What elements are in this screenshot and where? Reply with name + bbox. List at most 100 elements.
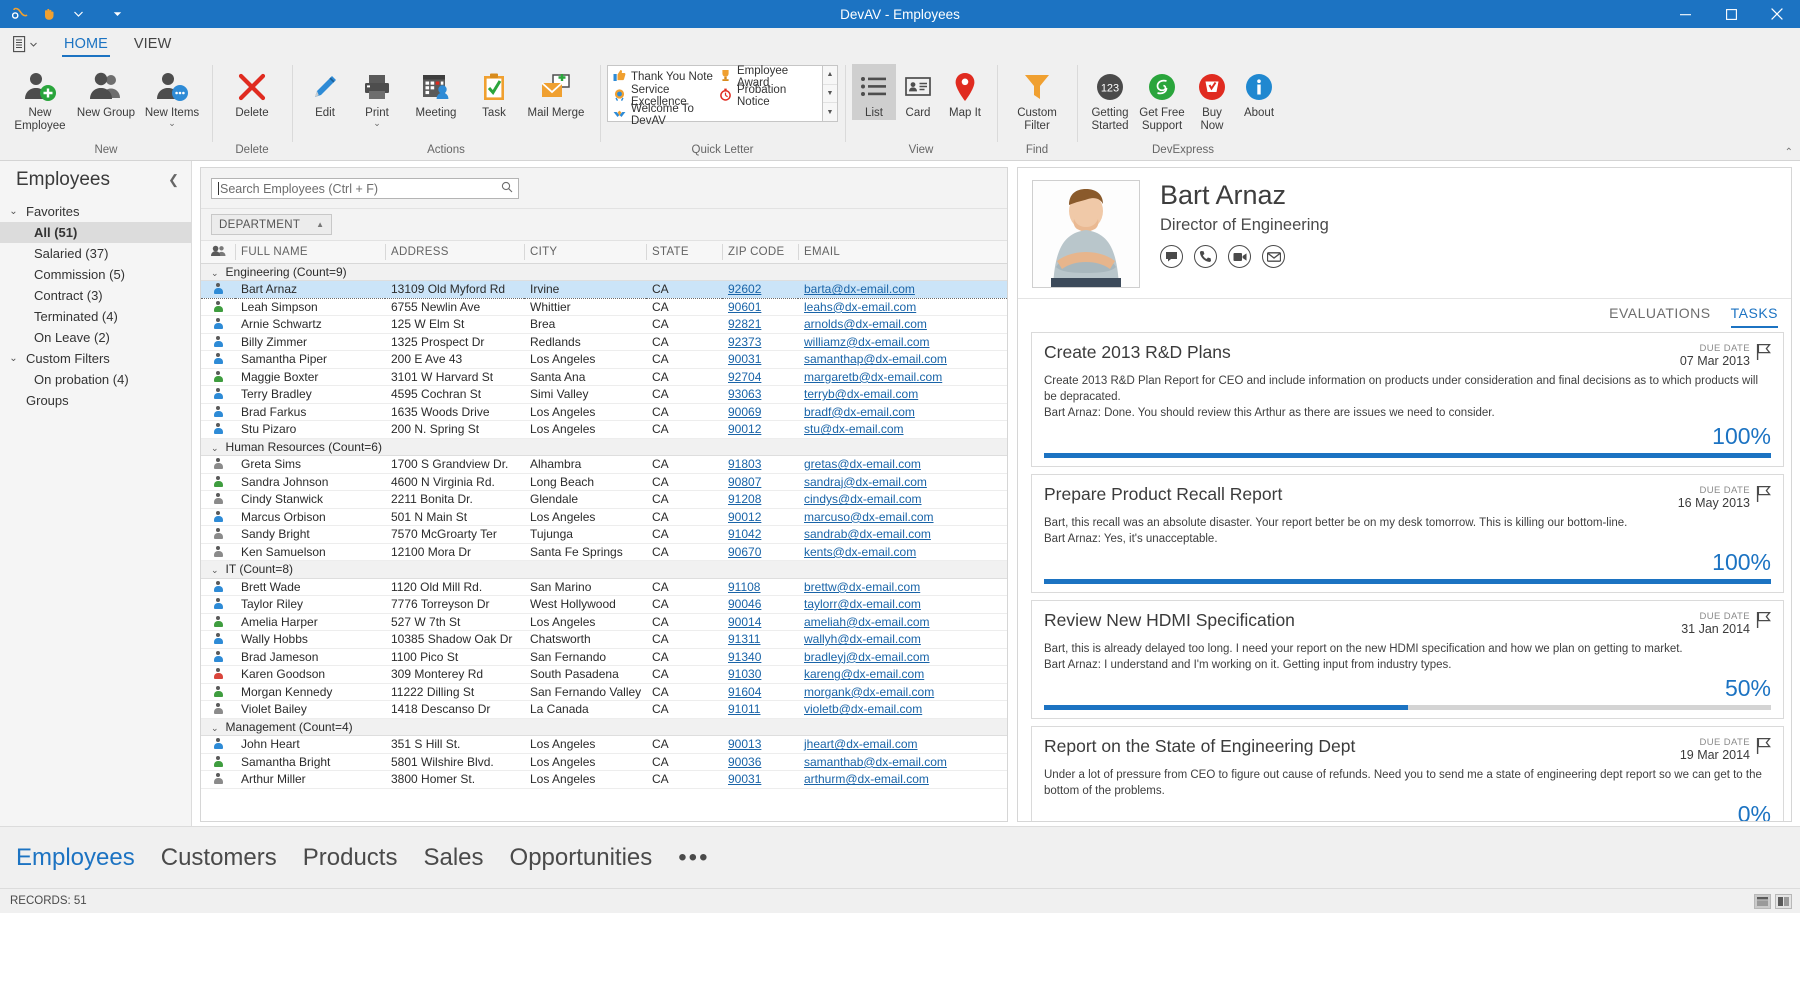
gallery-scroll-up-icon[interactable]: ▲ bbox=[823, 66, 837, 84]
chat-icon[interactable] bbox=[1160, 245, 1183, 268]
tab-view[interactable]: VIEW bbox=[121, 33, 184, 57]
table-row[interactable]: Bart Arnaz13109 Old Myford RdIrvineCA926… bbox=[201, 281, 1007, 299]
group-row-cell[interactable]: ⌄Engineering (Count=9) bbox=[201, 263, 1007, 281]
sidebar-item-salaried[interactable]: Salaried (37) bbox=[0, 243, 191, 264]
email-link[interactable]: bradf@dx-email.com bbox=[804, 405, 915, 419]
custom-filter-button[interactable]: Custom Filter bbox=[1004, 64, 1070, 133]
column-header-state[interactable]: STATE bbox=[646, 241, 722, 263]
table-row[interactable]: Brad Farkus1635 Woods DriveLos AngelesCA… bbox=[201, 403, 1007, 421]
email-link[interactable]: arnolds@dx-email.com bbox=[804, 317, 927, 331]
email-link[interactable]: margaretb@dx-email.com bbox=[804, 370, 942, 384]
table-row[interactable]: Sandy Bright7570 McGroarty TerTujungaCA9… bbox=[201, 526, 1007, 544]
search-icon[interactable] bbox=[501, 181, 513, 196]
email-link[interactable]: barta@dx-email.com bbox=[804, 282, 915, 296]
print-chevron-down-icon[interactable]: ⌄ bbox=[373, 120, 381, 127]
sidebar-item-terminated[interactable]: Terminated (4) bbox=[0, 306, 191, 327]
table-row[interactable]: Karen Goodson309 Monterey RdSouth Pasade… bbox=[201, 666, 1007, 684]
group-row-cell[interactable]: ⌄Human Resources (Count=6) bbox=[201, 438, 1007, 456]
maximize-button[interactable] bbox=[1708, 0, 1754, 28]
zip-link[interactable]: 91604 bbox=[728, 685, 761, 699]
undo-hand-icon[interactable] bbox=[38, 4, 60, 24]
minimize-button[interactable] bbox=[1662, 0, 1708, 28]
table-group-row[interactable]: ⌄IT (Count=8) bbox=[201, 561, 1007, 579]
delete-button[interactable]: Delete bbox=[219, 64, 285, 120]
ribbon-collapse-icon[interactable]: ⌃ bbox=[1785, 147, 1793, 158]
column-header-full-name[interactable]: FULL NAME bbox=[235, 241, 385, 263]
zip-link[interactable]: 90012 bbox=[728, 422, 761, 436]
table-row[interactable]: Morgan Kennedy11222 Dilling StSan Fernan… bbox=[201, 683, 1007, 701]
task-card[interactable]: Create 2013 R&D Plans DUE DATE 07 Mar 20… bbox=[1031, 332, 1784, 467]
chevron-down-icon[interactable]: ⌄ bbox=[211, 443, 219, 453]
email-link[interactable]: sandrab@dx-email.com bbox=[804, 527, 931, 541]
quick-letter-welcome-to-devav[interactable]: Welcome To DevAV bbox=[610, 105, 714, 124]
zip-link[interactable]: 90807 bbox=[728, 475, 761, 489]
zip-link[interactable]: 90601 bbox=[728, 300, 761, 314]
meeting-button[interactable]: Meeting bbox=[403, 64, 469, 120]
email-link[interactable]: violetb@dx-email.com bbox=[804, 702, 922, 716]
table-row[interactable]: John Heart351 S Hill St.Los AngelesCA900… bbox=[201, 736, 1007, 754]
table-group-row[interactable]: ⌄Human Resources (Count=6) bbox=[201, 438, 1007, 456]
new-items-button[interactable]: New Items ⌄ bbox=[139, 64, 205, 127]
zip-link[interactable]: 90012 bbox=[728, 510, 761, 524]
table-row[interactable]: Billy Zimmer1325 Prospect DrRedlandsCA92… bbox=[201, 333, 1007, 351]
email-link[interactable]: kareng@dx-email.com bbox=[804, 667, 924, 681]
buy-now-button[interactable]: Buy Now bbox=[1188, 64, 1236, 133]
zip-link[interactable]: 90069 bbox=[728, 405, 761, 419]
group-row-cell[interactable]: ⌄IT (Count=8) bbox=[201, 561, 1007, 579]
email-link[interactable]: sandraj@dx-email.com bbox=[804, 475, 927, 489]
chevron-down-icon[interactable]: ⌄ bbox=[211, 565, 219, 575]
zip-link[interactable]: 92704 bbox=[728, 370, 761, 384]
view-card-button[interactable]: Card bbox=[896, 64, 940, 120]
edit-button[interactable]: Edit bbox=[299, 64, 351, 120]
zip-link[interactable]: 91311 bbox=[728, 632, 760, 646]
email-link[interactable]: bradleyj@dx-email.com bbox=[804, 650, 930, 664]
zip-link[interactable]: 92602 bbox=[728, 282, 761, 296]
mail-merge-button[interactable]: Mail Merge bbox=[519, 64, 593, 120]
email-link[interactable]: gretas@dx-email.com bbox=[804, 457, 921, 471]
table-row[interactable]: Brett Wade1120 Old Mill Rd.San MarinoCA9… bbox=[201, 578, 1007, 596]
getting-started-button[interactable]: 123 Getting Started bbox=[1084, 64, 1136, 133]
table-row[interactable]: Violet Bailey1418 Descanso DrLa CanadaCA… bbox=[201, 701, 1007, 719]
close-button[interactable] bbox=[1754, 0, 1800, 28]
task-button[interactable]: Task bbox=[469, 64, 519, 120]
email-link[interactable]: marcuso@dx-email.com bbox=[804, 510, 934, 524]
flag-icon[interactable] bbox=[1756, 485, 1771, 506]
zip-link[interactable]: 90031 bbox=[728, 352, 761, 366]
table-row[interactable]: Wally Hobbs10385 Shadow Oak DrChatsworth… bbox=[201, 631, 1007, 649]
email-link[interactable]: samanthap@dx-email.com bbox=[804, 352, 947, 366]
table-row[interactable]: Terry Bradley4595 Cochran StSimi ValleyC… bbox=[201, 386, 1007, 404]
tab-evaluations[interactable]: EVALUATIONS bbox=[1609, 305, 1710, 328]
zip-link[interactable]: 91011 bbox=[728, 702, 760, 716]
search-input[interactable]: Search Employees (Ctrl + F) bbox=[211, 178, 519, 199]
email-link[interactable]: williamz@dx-email.com bbox=[804, 335, 930, 349]
table-row[interactable]: Marcus Orbison501 N Main StLos AngelesCA… bbox=[201, 508, 1007, 526]
zip-link[interactable]: 90670 bbox=[728, 545, 761, 559]
table-row[interactable]: Cindy Stanwick2211 Bonita Dr.GlendaleCA9… bbox=[201, 491, 1007, 509]
task-card[interactable]: Review New HDMI Specification DUE DATE 3… bbox=[1031, 600, 1784, 719]
table-row[interactable]: Leah Simpson6755 Newlin AveWhittierCA906… bbox=[201, 298, 1007, 316]
new-employee-button[interactable]: New Employee bbox=[7, 64, 73, 133]
email-link[interactable]: kents@dx-email.com bbox=[804, 545, 916, 559]
bottom-nav-employees[interactable]: Employees bbox=[16, 844, 135, 872]
flag-icon[interactable] bbox=[1756, 343, 1771, 364]
nav-group-favorites[interactable]: ⌄ Favorites bbox=[0, 201, 191, 222]
table-group-row[interactable]: ⌄Engineering (Count=9) bbox=[201, 263, 1007, 281]
about-button[interactable]: About bbox=[1236, 64, 1282, 120]
sidebar-item-on-probation[interactable]: On probation (4) bbox=[0, 369, 191, 390]
flag-icon[interactable] bbox=[1756, 611, 1771, 632]
bottom-nav-customers[interactable]: Customers bbox=[161, 844, 277, 872]
map-it-button[interactable]: Map It bbox=[940, 64, 990, 120]
qat-chevron-down-icon[interactable] bbox=[67, 4, 89, 24]
zip-link[interactable]: 91208 bbox=[728, 492, 761, 506]
group-row-cell[interactable]: ⌄Management (Count=4) bbox=[201, 718, 1007, 736]
zip-link[interactable]: 91030 bbox=[728, 667, 761, 681]
table-row[interactable]: Sandra Johnson4600 N Virginia Rd.Long Be… bbox=[201, 473, 1007, 491]
bottom-nav-products[interactable]: Products bbox=[303, 844, 398, 872]
table-row[interactable]: Brad Jameson1100 Pico StSan FernandoCA91… bbox=[201, 648, 1007, 666]
sidebar-item-all[interactable]: All (51) bbox=[0, 222, 191, 243]
application-menu-button[interactable] bbox=[9, 36, 51, 57]
new-items-chevron-down-icon[interactable]: ⌄ bbox=[168, 120, 176, 127]
bottom-nav-more[interactable]: ••• bbox=[678, 844, 709, 872]
table-row[interactable]: Arthur Miller3800 Homer St.Los AngelesCA… bbox=[201, 771, 1007, 789]
column-header-avatar[interactable] bbox=[201, 241, 235, 263]
